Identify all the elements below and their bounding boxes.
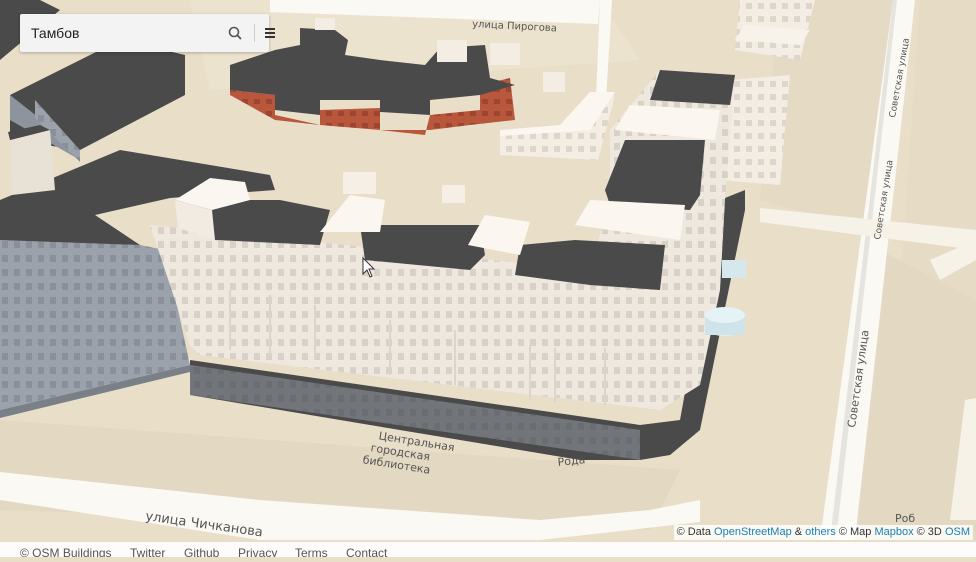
footer-twitter-link[interactable]: Twitter — [130, 546, 165, 557]
search-input[interactable] — [20, 14, 221, 52]
shed-6 — [442, 185, 465, 203]
osm-buildings-link[interactable]: OSM — [945, 526, 970, 538]
shed-4 — [543, 72, 565, 92]
shed-5 — [343, 172, 376, 194]
footer-privacy-link[interactable]: Privacy — [238, 546, 277, 557]
building-small-left — [10, 130, 55, 195]
shed-2 — [437, 40, 467, 62]
menu-icon[interactable] — [260, 23, 280, 43]
search-icon[interactable] — [226, 23, 246, 43]
footer-copyright: © OSM Buildings — [20, 546, 112, 557]
others-link[interactable]: others — [805, 526, 836, 538]
search-box — [20, 14, 275, 52]
mapbox-link[interactable]: Mapbox — [874, 526, 913, 538]
footer-terms-link[interactable]: Terms — [295, 546, 328, 557]
map-canvas[interactable]: улица Пирогова Советская улица Советская… — [0, 0, 976, 557]
roof-main-5 — [650, 70, 735, 105]
shed-1 — [315, 18, 335, 30]
map-attribution: © Data OpenStreetMap & others © Map Mapb… — [673, 525, 973, 540]
footer: © OSM Buildings Twitter Github Privacy T… — [0, 542, 976, 557]
osm-link[interactable]: OpenStreetMap — [714, 526, 792, 538]
footer-contact-link[interactable]: Contact — [346, 546, 387, 557]
footer-github-link[interactable]: Github — [184, 546, 219, 557]
tank-2 — [722, 260, 746, 278]
shed-3 — [490, 43, 520, 65]
label-partial-right: Роб — [895, 512, 915, 525]
search-separator — [254, 24, 255, 42]
